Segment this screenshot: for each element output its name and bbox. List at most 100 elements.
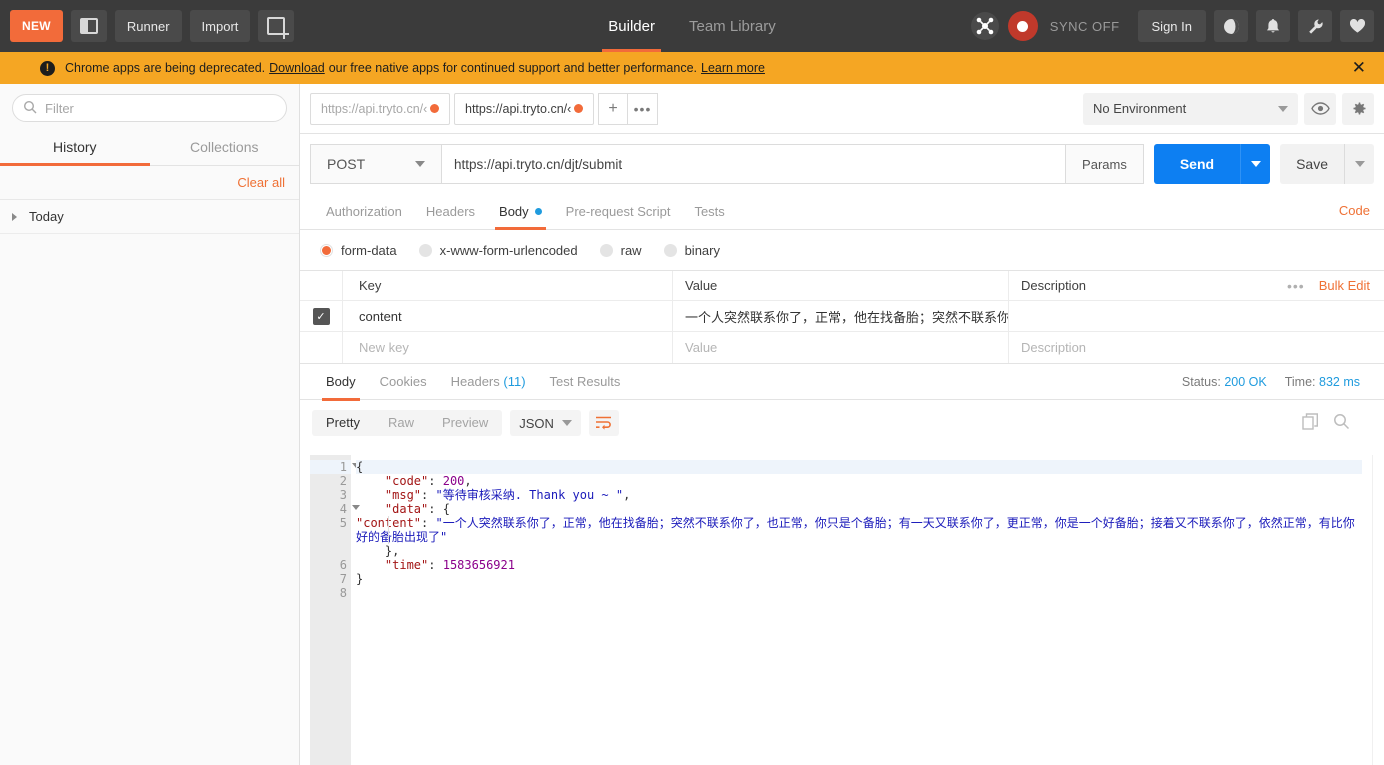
send-group: Send xyxy=(1153,144,1271,184)
top-bar-right: SYNC OFF Sign In xyxy=(970,10,1374,42)
tab-body[interactable]: Body xyxy=(487,198,554,230)
params-button[interactable]: Params xyxy=(1066,144,1144,184)
line-number: 5 xyxy=(339,516,347,530)
tab-authorization[interactable]: Authorization xyxy=(314,198,414,229)
request-tab-1[interactable]: https://api.tryto.cn/‹ xyxy=(310,92,450,125)
copy-icon xyxy=(1302,413,1318,430)
body-mode-binary[interactable]: binary xyxy=(663,243,720,258)
body-mode-raw[interactable]: raw xyxy=(599,243,642,258)
tab-pre-request-script-label: Pre-request Script xyxy=(565,204,671,219)
chevron-down-icon xyxy=(1278,105,1288,112)
tab-team-library[interactable]: Team Library xyxy=(689,0,776,52)
import-button[interactable]: Import xyxy=(189,10,251,42)
body-modified-dot-icon xyxy=(534,208,542,215)
view-mode-raw[interactable]: Raw xyxy=(374,410,428,436)
copy-button[interactable] xyxy=(1302,413,1319,433)
response-scrollbar[interactable] xyxy=(1372,455,1384,765)
add-request-tab-button[interactable]: + xyxy=(598,92,628,125)
environment-selected-label: No Environment xyxy=(1093,101,1187,116)
response-tabs: Body Cookies Headers (11) Test Results S… xyxy=(300,364,1384,401)
clear-all-row: Clear all xyxy=(0,166,299,200)
tab-tests[interactable]: Tests xyxy=(682,198,736,229)
time-meta: Time: 832 ms xyxy=(1285,375,1360,389)
new-window-button[interactable] xyxy=(258,10,295,42)
filter-box[interactable] xyxy=(12,94,287,122)
line-number: 6 xyxy=(339,558,347,572)
http-method-select[interactable]: POST xyxy=(310,144,442,184)
status-meta: Status: 200 OK xyxy=(1182,375,1267,389)
send-button[interactable]: Send xyxy=(1153,144,1241,184)
banner-learn-more-link[interactable]: Learn more xyxy=(701,61,765,75)
share-network-icon[interactable] xyxy=(970,11,1000,41)
body-mode-urlencoded[interactable]: x-www-form-urlencoded xyxy=(418,243,578,258)
view-mode-preview[interactable]: Preview xyxy=(428,410,502,436)
sidebar-tabs: History Collections xyxy=(0,130,299,166)
globe-icon[interactable] xyxy=(1214,10,1248,42)
chevron-down-icon xyxy=(561,420,572,426)
history-group-today[interactable]: Today xyxy=(0,200,299,234)
line-number-gutter: 1 2 3 4 5 6 7 8 xyxy=(310,455,360,765)
new-key-input[interactable]: New key xyxy=(342,332,672,363)
row-checkbox[interactable]: ✓ xyxy=(312,307,330,325)
new-value-input[interactable]: Value xyxy=(672,332,1008,363)
response-tab-headers-label: Headers xyxy=(450,373,500,389)
json-code-value: 200 xyxy=(442,474,465,488)
save-button[interactable]: Save xyxy=(1280,144,1344,184)
row-key[interactable]: content xyxy=(342,301,672,331)
bulk-edit-link[interactable]: Bulk Edit xyxy=(1319,278,1384,293)
sidebar-toggle-button[interactable] xyxy=(70,10,107,42)
view-mode-pretty[interactable]: Pretty xyxy=(312,410,374,436)
url-input[interactable]: https://api.tryto.cn/djt/submit xyxy=(442,144,1067,184)
runner-button[interactable]: Runner xyxy=(114,10,182,42)
main-panel: https://api.tryto.cn/‹ https://api.tryto… xyxy=(300,84,1384,765)
json-content-value: 一个人突然联系你了，正常，他在找备胎；突然不联系你了，也正常，你只是个备胎；有一… xyxy=(356,516,1355,544)
code-line-7: "time": 1583656921 xyxy=(384,558,515,572)
tab-pre-request-script[interactable]: Pre-request Script xyxy=(554,198,683,229)
environment-quick-look-button[interactable] xyxy=(1304,92,1336,125)
response-tab-cookies[interactable]: Cookies xyxy=(368,364,439,400)
code-link[interactable]: Code xyxy=(1339,203,1370,224)
filter-input[interactable] xyxy=(45,100,276,116)
body-mode-form-data[interactable]: form-data xyxy=(320,243,397,258)
new-button[interactable]: NEW xyxy=(10,10,63,42)
line-number: 8 xyxy=(339,586,347,600)
save-options-button[interactable] xyxy=(1344,144,1374,184)
code-content[interactable]: { "code": 200, "msg": "等待审核采纳. Thank you… xyxy=(351,455,1362,765)
line-number: 1 xyxy=(310,460,360,474)
tab-headers[interactable]: Headers xyxy=(414,198,487,229)
send-options-button[interactable] xyxy=(1240,144,1271,184)
gear-icon xyxy=(1353,102,1365,115)
new-description-input[interactable]: Description xyxy=(1008,332,1384,363)
body-mode-urlencoded-label: x-www-form-urlencoded xyxy=(439,243,578,258)
row-description[interactable] xyxy=(1008,301,1384,331)
response-format-select[interactable]: JSON xyxy=(510,410,581,436)
form-data-table: Key Value Description ••• Bulk Edit ✓ co… xyxy=(300,270,1384,364)
wrench-icon[interactable] xyxy=(1298,10,1332,42)
search-response-button[interactable] xyxy=(1333,413,1350,433)
tab-builder[interactable]: Builder xyxy=(602,0,661,52)
request-tab-2[interactable]: https://api.tryto.cn/‹ xyxy=(454,92,594,125)
radio-icon xyxy=(663,244,677,257)
response-tab-headers[interactable]: Headers (11) xyxy=(439,364,538,400)
environment-select[interactable]: No Environment xyxy=(1083,92,1298,125)
sidebar-tab-collections[interactable]: Collections xyxy=(150,130,300,165)
word-wrap-button[interactable] xyxy=(588,410,619,436)
clear-all-link[interactable]: Clear all xyxy=(237,175,285,190)
banner-close-button[interactable]: ✕ xyxy=(1352,58,1370,78)
radio-selected-icon xyxy=(320,244,333,257)
sidebar-tab-history[interactable]: History xyxy=(0,130,150,166)
sign-in-button[interactable]: Sign In xyxy=(1137,10,1206,42)
bell-icon[interactable] xyxy=(1256,10,1290,42)
response-tab-body[interactable]: Body xyxy=(314,364,368,401)
row-value[interactable]: 一个人突然联系你了，正常，他在找备胎；突然不联系你了... xyxy=(672,301,1008,331)
environment-area: No Environment xyxy=(1083,92,1374,125)
banner-download-link[interactable]: Download xyxy=(269,61,325,75)
heart-icon[interactable] xyxy=(1340,10,1374,42)
response-body-viewer[interactable]: 1 2 3 4 5 6 7 8 { "code": 200, "msg": "等… xyxy=(310,455,1362,765)
response-tab-test-results[interactable]: Test Results xyxy=(538,364,633,400)
sync-status-icon[interactable] xyxy=(1007,11,1038,41)
table-options-button[interactable]: ••• xyxy=(1287,278,1305,294)
environment-settings-button[interactable] xyxy=(1342,92,1374,125)
request-tab-options-button[interactable]: ••• xyxy=(628,92,658,125)
radio-icon xyxy=(418,244,432,257)
